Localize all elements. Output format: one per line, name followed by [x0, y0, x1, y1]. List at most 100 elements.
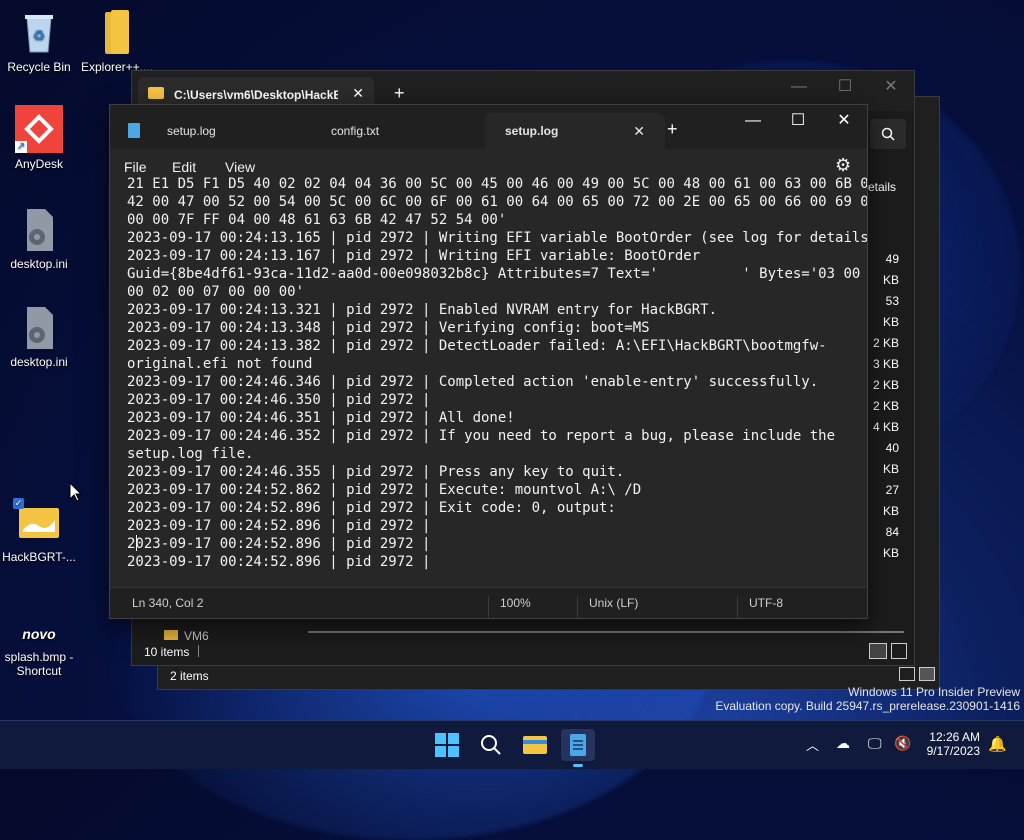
volume-muted-icon[interactable]: 🔇	[894, 735, 911, 752]
anydesk-icon: ↗	[15, 105, 63, 153]
minimize-icon[interactable]: —	[776, 71, 822, 103]
clock[interactable]: 12:26 AM 9/17/2023	[922, 721, 980, 769]
file-size: 84 KB	[882, 525, 899, 560]
gear-icon[interactable]: ⚙	[835, 155, 851, 176]
search-button[interactable]	[870, 119, 906, 149]
editor-line: original.efi not found	[127, 356, 313, 372]
watermark-line: Windows 11 Pro Insider Preview	[848, 685, 1020, 699]
tab-label: setup.log	[167, 124, 216, 138]
status-bar: 10 items	[132, 637, 914, 665]
editor-line: 2023-09-17 00:24:46.352 | pid 2972 | If …	[127, 428, 836, 444]
clock-time: 12:26 AM	[929, 730, 980, 744]
splash-logo-text: novo	[22, 626, 56, 642]
desktop-icon-desktop-ini-1[interactable]: desktop.ini	[1, 205, 77, 271]
new-tab-icon[interactable]: +	[394, 83, 405, 104]
windows-logo-icon	[435, 733, 459, 757]
editor-line: 2023-09-17 00:24:13.348 | pid 2972 | Ver…	[127, 320, 650, 336]
chevron-up-icon[interactable]: ︿	[806, 735, 819, 754]
desktop-icon-recycle-bin[interactable]: ♻ Recycle Bin	[1, 8, 77, 74]
editor-line: 2023-09-17 00:24:13.321 | pid 2972 | Ena…	[127, 302, 718, 318]
desktop-icon-desktop-ini-2[interactable]: desktop.ini	[1, 303, 77, 369]
notepad-app-icon	[128, 123, 140, 138]
editor-line: 00 00 7F FF 04 00 48 61 63 6B 42 47 52 5…	[127, 212, 507, 228]
menu-edit[interactable]: Edit	[172, 159, 196, 175]
network-icon[interactable]: 🖵	[868, 735, 882, 752]
tab-setup-log-2[interactable]: setup.log ✕	[485, 113, 665, 149]
item-count: 10 items	[144, 645, 190, 659]
evaluation-watermark: Windows 11 Pro Insider Preview Evaluatio…	[715, 685, 1020, 713]
close-tab-icon[interactable]: ✕	[633, 113, 645, 149]
notification-bell-icon[interactable]: 🔔	[988, 735, 1007, 753]
horizontal-scrollbar[interactable]	[308, 631, 904, 633]
tab-label: setup.log	[505, 124, 559, 138]
checkbox-icon: ✓	[13, 498, 24, 509]
desktop-icon-anydesk[interactable]: ↗ AnyDesk	[1, 105, 77, 171]
desktop-icon-splash-shortcut[interactable]: novo splash.bmp - Shortcut	[1, 626, 77, 678]
editor-line: 2023-09-17 00:24:46.346 | pid 2972 | Com…	[127, 374, 819, 390]
editor-line: 21 E1 D5 F1 D5 40 02 02 04 04 36 00 5C 0…	[127, 176, 867, 192]
search-icon	[481, 735, 501, 755]
notepad-tab-bar: setup.log config.txt setup.log ✕ + — ☐ ✕	[110, 105, 867, 149]
editor-line: 2023-09-17 00:24:46.351 | pid 2972 | All…	[127, 410, 515, 426]
close-icon[interactable]: ✕	[821, 105, 867, 137]
menu-view[interactable]: View	[225, 159, 255, 175]
close-tab-icon[interactable]: ✕	[352, 85, 364, 102]
zoom-level[interactable]: 100%	[500, 596, 531, 610]
folder-icon	[93, 8, 141, 56]
details-pane-label[interactable]: etails	[868, 180, 896, 194]
text-editor-area[interactable]: 21 E1 D5 F1 D5 40 02 02 04 04 36 00 5C 0…	[110, 175, 867, 581]
cursor-position: Ln 340, Col 2	[132, 596, 204, 610]
taskbar-file-explorer[interactable]	[518, 729, 552, 761]
desktop-icon-explorerpp[interactable]: Explorer++....	[79, 8, 155, 74]
file-size: 53 KB	[882, 294, 899, 329]
start-button[interactable]	[430, 729, 464, 761]
line-ending[interactable]: Unix (LF)	[589, 596, 638, 610]
editor-line: 2023-09-17 00:24:13.382 | pid 2972 | Det…	[127, 338, 827, 354]
file-size: 4 KB	[872, 420, 899, 434]
tab-title: C:\Users\vm6\Desktop\HackB(	[174, 88, 338, 102]
file-size: 40 KB	[882, 441, 899, 476]
minimize-icon[interactable]: —	[730, 105, 776, 137]
settings-file-icon	[15, 205, 63, 253]
notepad-status-bar: Ln 340, Col 2 100% Unix (LF) UTF-8	[110, 587, 867, 618]
onedrive-icon[interactable]: ☁	[836, 735, 850, 752]
maximize-icon[interactable]: ☐	[775, 105, 821, 137]
search-button[interactable]	[474, 729, 508, 761]
encoding[interactable]: UTF-8	[749, 596, 783, 610]
text-caret	[136, 535, 137, 551]
file-size: 49 KB	[882, 252, 899, 287]
editor-line: setup.log file.	[127, 446, 254, 462]
tab-config-txt[interactable]: config.txt	[311, 113, 481, 149]
editor-line: 00 02 00 07 00 00 00'	[127, 284, 305, 300]
new-tab-icon[interactable]: +	[667, 119, 678, 140]
taskbar-notepad[interactable]	[561, 729, 595, 767]
notepad-icon	[570, 734, 586, 756]
search-icon	[881, 127, 895, 141]
menu-file[interactable]: File	[124, 159, 147, 175]
file-size: 2 KB	[872, 378, 899, 392]
details-view-icon[interactable]	[869, 643, 887, 659]
editor-line: 2023-09-17 00:24:52.896 | pid 2972 | Exi…	[127, 500, 616, 516]
clock-date: 9/17/2023	[926, 744, 980, 758]
desktop-icon-hackbgrt[interactable]: ✓ HackBGRT-...	[1, 498, 77, 564]
editor-line: 2023-09-17 00:24:13.165 | pid 2972 | Wri…	[127, 230, 867, 246]
shortcut-arrow-icon: ↗	[15, 141, 27, 153]
tiles-view-icon[interactable]	[919, 667, 935, 681]
file-size: 27 KB	[882, 483, 899, 518]
folder-icon: ✓	[13, 498, 63, 546]
folder-icon	[523, 736, 547, 754]
close-icon[interactable]: ✕	[868, 71, 914, 103]
editor-line: 2023-09-17 00:24:46.350 | pid 2972 |	[127, 392, 431, 408]
size-column: 49 KB 53 KB 2 KB 3 KB 2 KB 2 KB 4 KB 40 …	[867, 249, 899, 564]
editor-line: Guid={8be4df61-93ca-11d2-aa0d-00e098032b…	[127, 266, 867, 282]
editor-line: 2023-09-17 00:24:52.896 | pid 2972 |	[127, 536, 431, 552]
file-size: 2 KB	[872, 336, 899, 350]
taskbar: ︿ ☁ 🖵 🔇 12:26 AM 9/17/2023 🔔	[0, 720, 1024, 769]
tab-setup-log-1[interactable]: setup.log	[147, 113, 317, 149]
tiles-view-icon[interactable]	[891, 643, 907, 659]
notepad-window[interactable]: setup.log config.txt setup.log ✕ + — ☐ ✕…	[109, 104, 868, 619]
file-size: 3 KB	[872, 357, 899, 371]
details-view-icon[interactable]	[899, 667, 915, 681]
folder-icon	[148, 87, 164, 99]
maximize-icon[interactable]: ☐	[822, 71, 868, 103]
